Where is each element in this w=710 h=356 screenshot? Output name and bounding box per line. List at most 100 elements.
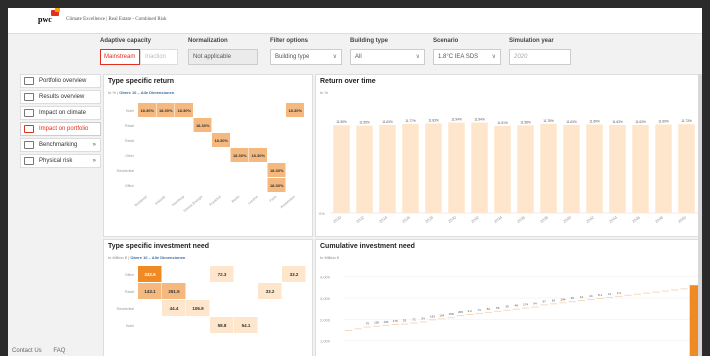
filter-options-select[interactable]: Building type ∨ <box>270 49 342 65</box>
portfolio-impact-icon <box>24 125 34 133</box>
chevron-right-icon: » <box>92 158 96 164</box>
sidebar-item-results-overview[interactable]: Results overview <box>20 90 101 104</box>
row-label: Hotel <box>126 324 134 328</box>
column-label: Amsterdam <box>280 195 296 210</box>
waterfall-step <box>531 306 539 308</box>
sidebar-item-portfolio-overview[interactable]: Portfolio overview <box>20 74 101 88</box>
waterfall-step <box>680 288 688 290</box>
column-label: London <box>247 195 259 206</box>
waterfall-step <box>671 289 679 291</box>
cell-label: 261.5 <box>168 289 180 294</box>
sidebar-nav: Portfolio overview Results overview Impa… <box>20 74 101 170</box>
return-time-unit: In % <box>320 90 329 95</box>
sidebar-item-label: Benchmarking <box>39 142 78 148</box>
x-tick-label: 2024 <box>378 214 389 224</box>
bar <box>609 124 626 213</box>
row-label: Residential <box>117 169 135 173</box>
waterfall-step <box>466 314 474 315</box>
cell-label: 18.30% <box>270 183 284 188</box>
scenario-select[interactable]: 1.8°C IEA SDS ∨ <box>433 49 501 65</box>
data-label: 11.69% <box>589 119 600 123</box>
row-label: Retail <box>125 139 134 143</box>
data-label: 11.51% <box>497 121 508 125</box>
type-return-unit: In % <box>108 90 117 95</box>
waterfall-step <box>428 319 437 321</box>
investment-need-unit: In Million € <box>108 255 128 260</box>
x-tick-label: 2042 <box>585 214 596 224</box>
filter-options-label: Filter options <box>270 38 308 44</box>
type-return-filter-link[interactable]: Obere 10 – Alle Dimensionen <box>119 90 174 95</box>
total-bar <box>689 285 698 356</box>
results-icon <box>24 93 34 101</box>
waterfall-step <box>503 309 511 311</box>
filter-bar: Adaptive capacity Mainstream Inaction No… <box>100 36 700 76</box>
row-label: Other <box>125 154 135 158</box>
data-label: 11.63% <box>635 120 646 124</box>
return-time-title: Return over time <box>320 78 376 85</box>
data-label: 54 <box>422 316 426 320</box>
bar <box>540 123 557 213</box>
bar <box>402 123 419 213</box>
x-tick-label: 2032 <box>470 214 481 224</box>
column-label: Helsinki <box>154 195 166 206</box>
building-type-value: All <box>355 54 362 60</box>
investment-need-title: Type specific investment need <box>108 243 210 250</box>
faq-link[interactable]: FAQ <box>53 348 65 354</box>
data-label: 11.55% <box>359 121 370 125</box>
investment-need-filter-link[interactable]: Obere 10 – Alle Dimensionen <box>130 255 185 260</box>
inaction-toggle[interactable]: Inaction <box>140 49 178 65</box>
data-label: 11 <box>608 292 611 296</box>
data-label: 44 <box>589 294 593 298</box>
column-label: Paris <box>269 195 278 203</box>
sidebar-item-benchmarking[interactable]: Benchmarking » <box>20 138 101 152</box>
bar <box>379 124 396 213</box>
chevron-down-icon: ∨ <box>332 54 337 60</box>
bar <box>678 124 695 213</box>
data-label: 11.83% <box>428 118 439 122</box>
row-label: Hotel <box>126 109 134 113</box>
waterfall-step <box>587 299 595 301</box>
adaptive-capacity-label: Adaptive capacity <box>100 38 152 44</box>
column-label: Budapest <box>134 195 148 208</box>
data-label: 106 <box>383 320 388 324</box>
contact-us-link[interactable]: Contact Us <box>12 348 42 354</box>
bar <box>655 124 672 213</box>
data-label: 39 <box>571 296 575 300</box>
waterfall-step <box>410 322 418 324</box>
cell-label: 18.30% <box>159 108 173 113</box>
building-type-select[interactable]: All ∨ <box>350 49 425 65</box>
waterfall-step <box>419 321 427 323</box>
data-label: 206 <box>458 310 463 314</box>
cumulative-title: Cumulative investment need <box>320 243 415 250</box>
x-tick-label: 2030 <box>447 214 458 224</box>
simulation-year-input[interactable]: 2020 <box>509 49 571 65</box>
y-tick-label: 1,000 <box>320 339 331 344</box>
footer-links: Contact Us FAQ <box>12 348 75 354</box>
sidebar-item-physical-risk[interactable]: Physical risk » <box>20 154 101 168</box>
waterfall-step <box>382 324 390 326</box>
scrollbar[interactable] <box>698 74 702 356</box>
chevron-down-icon: ∨ <box>415 54 420 60</box>
sidebar-item-label: Results overview <box>39 94 85 100</box>
bar <box>448 122 465 213</box>
cell-label: 18.30% <box>288 108 302 113</box>
benchmark-icon <box>24 141 34 149</box>
cell-label: 18.30% <box>214 138 228 143</box>
waterfall-step <box>540 304 548 306</box>
row-label: Residential <box>117 307 135 311</box>
waterfall-step <box>363 326 371 328</box>
data-label: 11.59% <box>336 120 347 124</box>
data-label: 11.94% <box>451 118 462 122</box>
sidebar-item-impact-on-climate[interactable]: Impact on climate <box>20 106 101 120</box>
column-label: Vienna Energie <box>183 195 204 213</box>
waterfall-step <box>633 293 642 295</box>
portfolio-icon <box>24 77 34 85</box>
bar <box>471 122 488 213</box>
x-tick-label: 2020 <box>332 214 343 224</box>
bar <box>586 124 603 213</box>
data-label: 11.58% <box>520 120 531 124</box>
mainstream-toggle[interactable]: Mainstream <box>100 49 140 65</box>
sidebar-item-impact-on-portfolio[interactable]: Impact on portfolio <box>20 122 101 136</box>
climate-icon <box>24 109 34 117</box>
data-label: 94 <box>533 302 537 306</box>
